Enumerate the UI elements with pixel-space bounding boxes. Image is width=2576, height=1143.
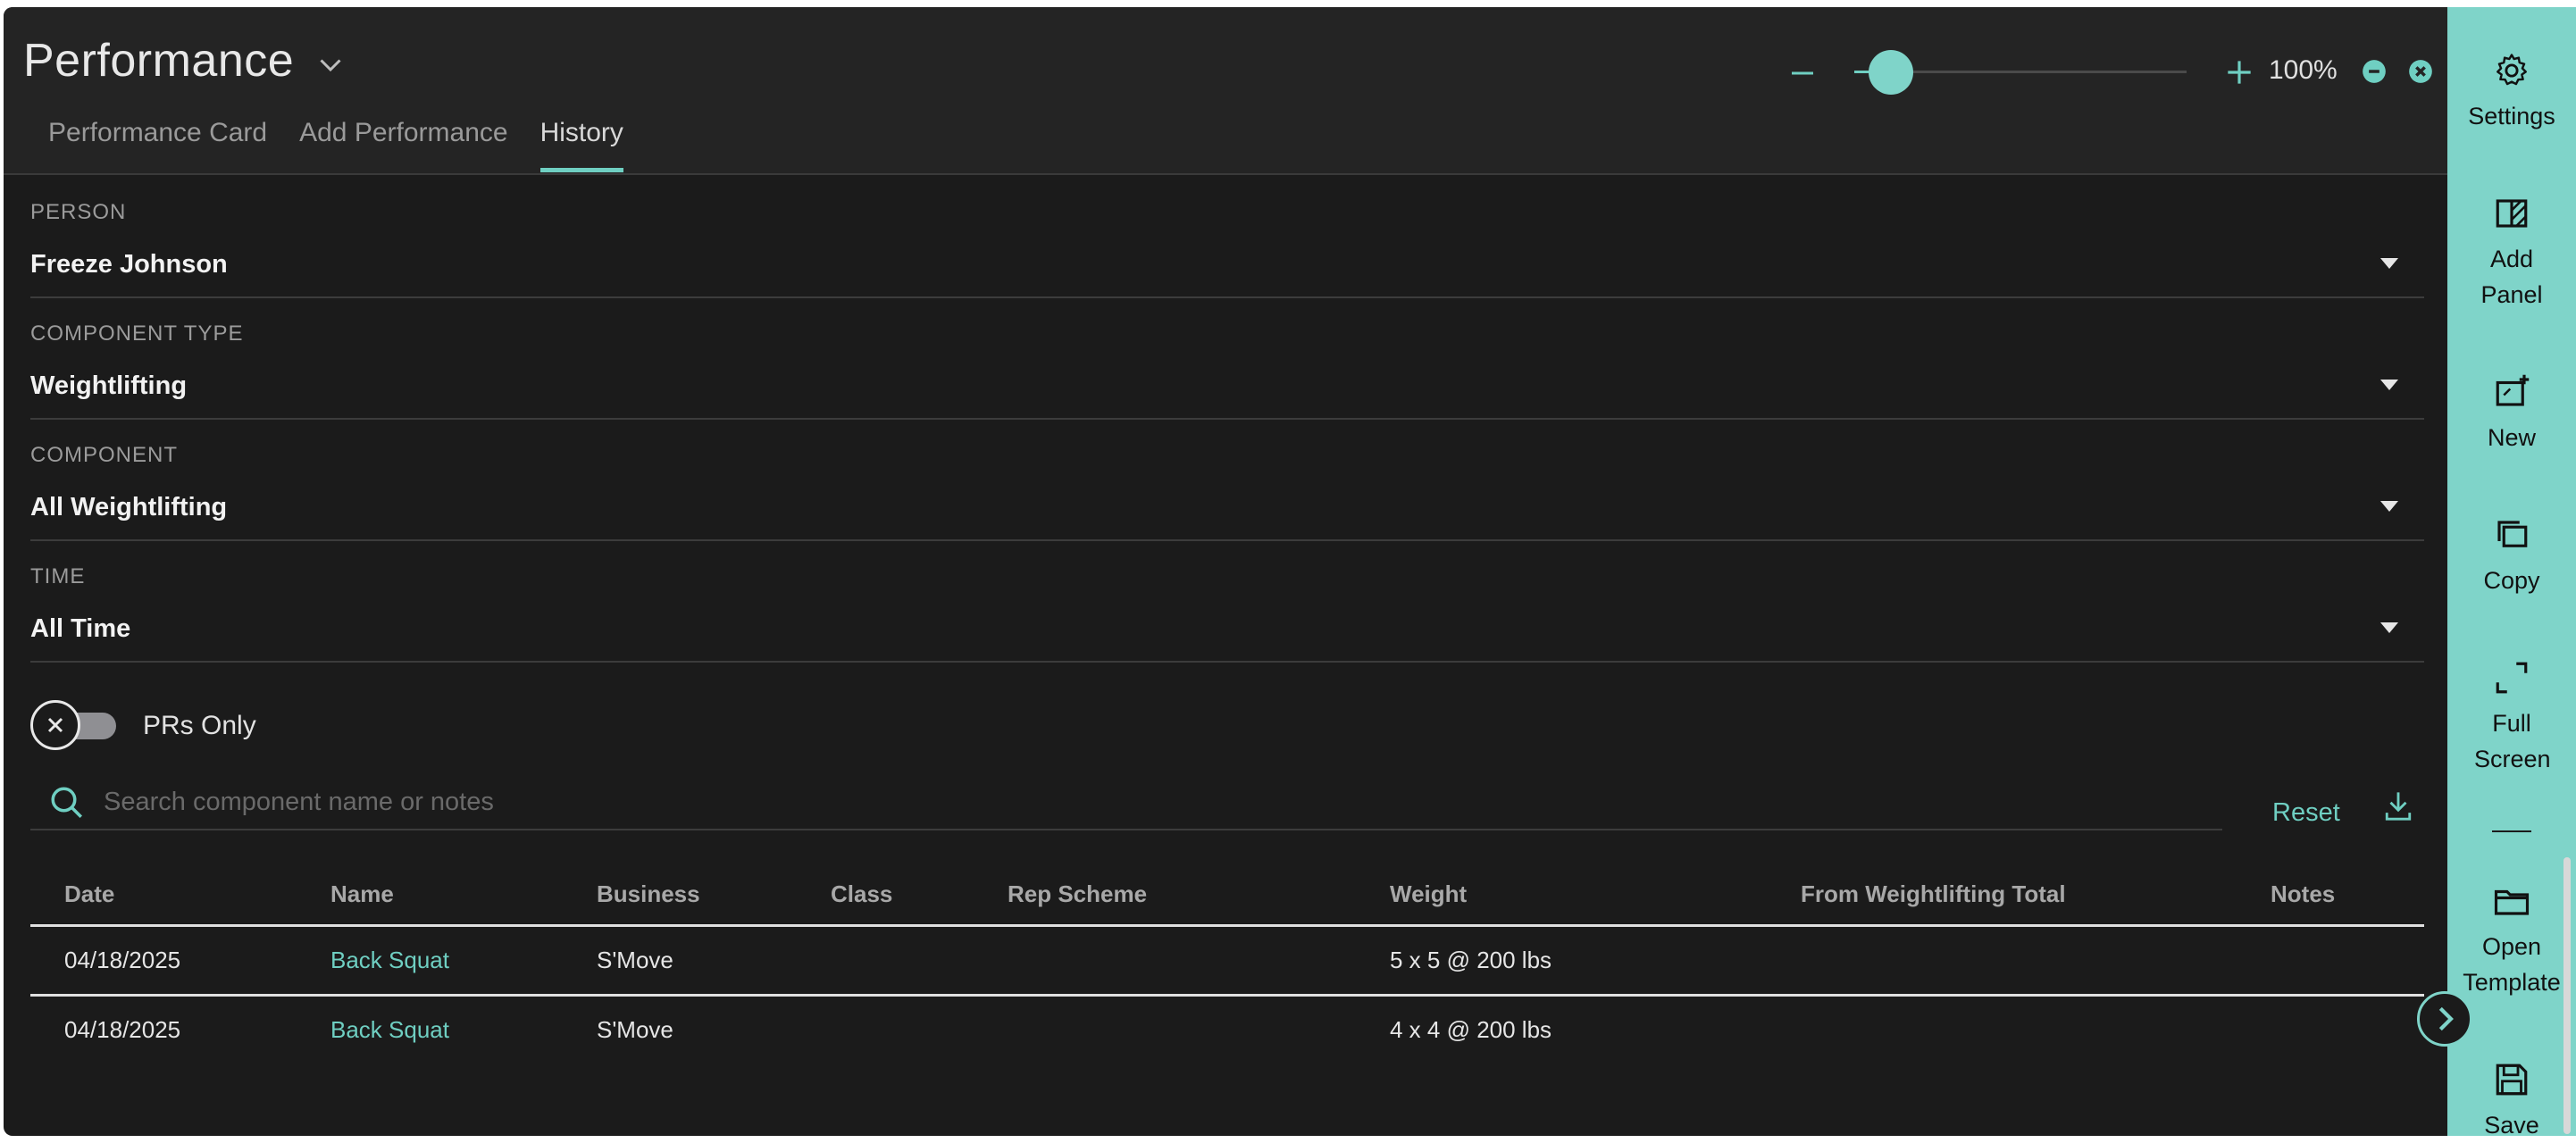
cell-name-link[interactable]: Back Squat <box>330 947 449 974</box>
open-template-label: Open Template <box>2463 933 2561 996</box>
person-value: Freeze Johnson <box>30 250 228 279</box>
time-label: TIME <box>30 564 86 588</box>
zoom-level: 100% <box>2269 55 2338 85</box>
chevron-right-icon <box>2438 1006 2454 1031</box>
table-row[interactable]: 04/18/2025 Back Squat S'Move 4 x 4 @ 200… <box>30 997 2424 1066</box>
add-panel-icon <box>2496 199 2528 228</box>
caret-down-icon <box>2380 258 2398 269</box>
add-panel-button[interactable]: Add Panel <box>2447 195 2576 313</box>
zoom-out-icon[interactable] <box>1786 57 1819 89</box>
search-bar <box>30 775 2222 830</box>
copy-button[interactable]: Copy <box>2447 516 2576 598</box>
table-header: Date Name Business Class Rep Scheme Weig… <box>30 861 2424 927</box>
save-label: Save <box>2484 1112 2539 1139</box>
prs-only-label: PRs Only <box>143 711 256 740</box>
cell-date: 04/18/2025 <box>64 1016 181 1043</box>
collapse-toolbar-button[interactable] <box>2417 991 2472 1047</box>
person-label: PERSON <box>30 200 127 224</box>
column-header-class[interactable]: Class <box>831 880 892 908</box>
save-icon <box>2496 1064 2528 1096</box>
folder-icon <box>2494 889 2530 915</box>
new-button[interactable]: New <box>2447 373 2576 455</box>
column-header-from-total[interactable]: From Weightlifting Total <box>1801 880 2066 908</box>
history-table: Date Name Business Class Rep Scheme Weig… <box>30 861 2424 1066</box>
reset-button[interactable]: Reset <box>2272 798 2340 828</box>
search-icon <box>51 787 82 818</box>
column-header-name[interactable]: Name <box>330 880 394 908</box>
search-input[interactable] <box>104 780 2158 823</box>
download-icon[interactable] <box>2383 789 2413 823</box>
column-header-date[interactable]: Date <box>64 880 114 908</box>
tab-performance-card[interactable]: Performance Card <box>48 118 267 172</box>
cell-name-link[interactable]: Back Squat <box>330 1016 449 1044</box>
caret-down-icon <box>2380 380 2398 390</box>
component-type-select[interactable]: COMPONENT TYPE Weightlifting <box>30 298 2424 420</box>
minimize-icon[interactable] <box>2362 59 2387 84</box>
cell-business: S'Move <box>597 947 673 973</box>
full-screen-button[interactable]: Full Screen <box>2447 659 2576 777</box>
right-toolbar: Settings Add Panel New Copy Full Screen … <box>2447 7 2576 1139</box>
settings-label: Settings <box>2468 103 2555 129</box>
cell-weight: 4 x 4 @ 200 lbs <box>1390 1016 1552 1043</box>
x-icon <box>47 717 63 733</box>
component-value: All Weightlifting <box>30 493 228 521</box>
save-button[interactable]: Save <box>2447 1061 2576 1143</box>
cell-date: 04/18/2025 <box>64 947 181 973</box>
page-title: Performance <box>23 35 295 87</box>
copy-icon <box>2497 521 2528 547</box>
zoom-slider-handle[interactable] <box>1869 50 1913 95</box>
column-header-weight[interactable]: Weight <box>1390 880 1467 908</box>
performance-panel: Performance Performance Card Add Perform… <box>4 7 2447 1136</box>
person-select[interactable]: PERSON Freeze Johnson <box>30 177 2424 298</box>
scrollbar[interactable] <box>2563 857 2571 1134</box>
component-select[interactable]: COMPONENT All Weightlifting <box>30 420 2424 541</box>
cell-weight: 5 x 5 @ 200 lbs <box>1390 947 1552 973</box>
component-type-value: Weightlifting <box>30 371 188 400</box>
toolbar-divider <box>2492 830 2531 832</box>
close-icon[interactable] <box>2408 59 2433 84</box>
tab-bar: Performance Card Add Performance History <box>48 118 623 172</box>
panel-header: Performance Performance Card Add Perform… <box>4 7 2447 175</box>
table-row[interactable]: 04/18/2025 Back Squat S'Move 5 x 5 @ 200… <box>30 927 2424 997</box>
component-label: COMPONENT <box>30 443 178 467</box>
add-panel-label: Add Panel <box>2480 246 2543 308</box>
time-select[interactable]: TIME All Time <box>30 541 2424 663</box>
column-header-business[interactable]: Business <box>597 880 700 908</box>
chevron-down-icon[interactable] <box>314 48 347 80</box>
fullscreen-icon <box>2496 662 2528 694</box>
new-window-icon <box>2496 374 2530 406</box>
column-header-rep-scheme[interactable]: Rep Scheme <box>1008 880 1147 908</box>
caret-down-icon <box>2380 622 2398 633</box>
component-type-label: COMPONENT TYPE <box>30 321 244 346</box>
toggle-thumb <box>30 700 80 750</box>
copy-label: Copy <box>2483 567 2540 594</box>
zoom-control: 100% <box>1786 46 2447 96</box>
zoom-in-icon[interactable] <box>2222 55 2256 89</box>
open-template-button[interactable]: Open Template <box>2447 882 2576 1000</box>
tab-history[interactable]: History <box>539 118 623 172</box>
prs-only-toggle[interactable] <box>30 700 120 750</box>
time-value: All Time <box>30 614 131 643</box>
cell-business: S'Move <box>597 1016 673 1043</box>
full-screen-label: Full Screen <box>2474 710 2551 772</box>
settings-button[interactable]: Settings <box>2447 52 2576 134</box>
tab-add-performance[interactable]: Add Performance <box>299 118 507 172</box>
new-label: New <box>2487 424 2536 451</box>
gear-icon <box>2497 54 2527 86</box>
caret-down-icon <box>2380 501 2398 512</box>
column-header-notes[interactable]: Notes <box>2271 880 2335 908</box>
